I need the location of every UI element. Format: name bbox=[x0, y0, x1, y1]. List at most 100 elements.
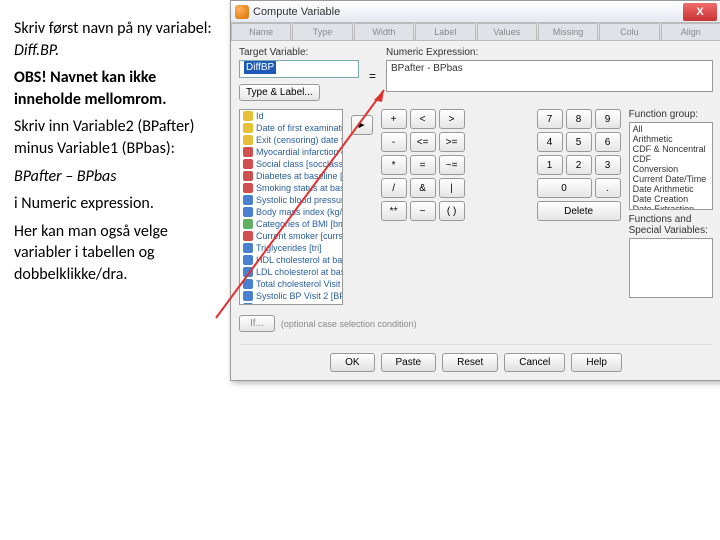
functions-label: Functions and Special Variables: bbox=[629, 214, 713, 236]
bg-tab: Colu bbox=[599, 23, 659, 40]
variable-label: Categories of BMI [bmicat] bbox=[256, 219, 343, 229]
variable-type-icon bbox=[243, 219, 253, 229]
variable-label: Date of first examination... bbox=[256, 123, 343, 133]
variable-label: Triglycerides [tri] bbox=[256, 243, 322, 253]
key-pow[interactable]: ** bbox=[381, 201, 407, 221]
reset-button[interactable]: Reset bbox=[442, 353, 498, 372]
close-button[interactable]: X bbox=[683, 3, 717, 21]
key-plus[interactable]: + bbox=[381, 109, 407, 129]
key-minus[interactable]: - bbox=[381, 132, 407, 152]
variable-label: Social class [socclass] bbox=[256, 159, 343, 169]
cancel-button[interactable]: Cancel bbox=[504, 353, 565, 372]
variable-list-item[interactable]: DiffBP bbox=[240, 302, 342, 305]
variable-list-item[interactable]: Exit (censoring) date for ... bbox=[240, 134, 342, 146]
variable-list-item[interactable]: LDL cholesterol at baseli... bbox=[240, 266, 342, 278]
key-and[interactable]: & bbox=[410, 178, 436, 198]
key-lt[interactable]: < bbox=[410, 109, 436, 129]
variable-label: Diabetes at baseline [dia... bbox=[256, 171, 343, 181]
if-button[interactable]: If... bbox=[239, 315, 275, 332]
key-div[interactable]: / bbox=[381, 178, 407, 198]
bg-tab: Missing bbox=[538, 23, 598, 40]
key-le[interactable]: <= bbox=[410, 132, 436, 152]
function-group-item[interactable]: Date Arithmetic bbox=[631, 184, 711, 194]
function-group-item[interactable]: All bbox=[631, 124, 711, 134]
key-5[interactable]: 5 bbox=[566, 132, 592, 152]
variable-list-item[interactable]: Id bbox=[240, 110, 342, 122]
variable-label: Smoking status at baseli... bbox=[256, 183, 343, 193]
variable-label: Exit (censoring) date for ... bbox=[256, 135, 343, 145]
variable-type-icon bbox=[243, 147, 253, 157]
variable-label: Systolic blood pressure a... bbox=[256, 195, 343, 205]
variable-type-icon bbox=[243, 135, 253, 145]
if-condition-text: (optional case selection condition) bbox=[281, 319, 417, 329]
target-variable-input[interactable]: DiffBP bbox=[239, 60, 359, 78]
type-label-button[interactable]: Type & Label... bbox=[239, 84, 320, 101]
function-group-item[interactable]: CDF & Noncentral CDF bbox=[631, 144, 711, 164]
functions-list[interactable] bbox=[629, 238, 713, 298]
key-7[interactable]: 7 bbox=[537, 109, 563, 129]
variable-list-item[interactable]: Current smoker [currsmok] bbox=[240, 230, 342, 242]
function-group-item[interactable]: Date Extraction bbox=[631, 204, 711, 210]
key-paren[interactable]: ( ) bbox=[439, 201, 465, 221]
variable-list-item[interactable]: Body mass index (kg/m2)... bbox=[240, 206, 342, 218]
key-neq[interactable]: ~= bbox=[439, 155, 465, 175]
instruction-text: Skriv først navn på ny variabel: Diff.BP… bbox=[14, 18, 224, 292]
variable-type-icon bbox=[243, 111, 253, 121]
key-gt[interactable]: > bbox=[439, 109, 465, 129]
variable-type-icon bbox=[243, 255, 253, 265]
dialog-title: Compute Variable bbox=[253, 6, 340, 18]
key-ge[interactable]: >= bbox=[439, 132, 465, 152]
function-group-list[interactable]: AllArithmeticCDF & Noncentral CDFConvers… bbox=[629, 122, 713, 210]
key-dot[interactable]: . bbox=[595, 178, 621, 198]
variable-list-item[interactable]: Myocardial infarction or d... bbox=[240, 146, 342, 158]
key-0[interactable]: 0 bbox=[537, 178, 592, 198]
variable-list-item[interactable]: Systolic BP Visit 2 [BPafter] bbox=[240, 290, 342, 302]
variable-list-item[interactable]: Triglycerides [tri] bbox=[240, 242, 342, 254]
help-button[interactable]: Help bbox=[571, 353, 622, 372]
variable-list-item[interactable]: Social class [socclass] bbox=[240, 158, 342, 170]
function-group-item[interactable]: Arithmetic bbox=[631, 134, 711, 144]
variable-list-item[interactable]: Systolic blood pressure a... bbox=[240, 194, 342, 206]
variable-label: HDL cholesterol at baseli... bbox=[256, 255, 343, 265]
variable-type-icon bbox=[243, 207, 253, 217]
bg-tab: Name bbox=[231, 23, 291, 40]
transfer-to-expression-button[interactable]: ► bbox=[351, 115, 373, 135]
variable-label: Body mass index (kg/m2)... bbox=[256, 207, 343, 217]
numeric-expression-input[interactable]: BPafter - BPbas bbox=[386, 60, 713, 92]
variable-list[interactable]: IdDate of first examination... Exit (cens… bbox=[239, 109, 343, 305]
variable-list-item[interactable]: Diabetes at baseline [dia... bbox=[240, 170, 342, 182]
variable-label: Myocardial infarction or d... bbox=[256, 147, 343, 157]
variable-label: Total cholesterol Visit 2 [t... bbox=[256, 279, 343, 289]
bg-tab: Type bbox=[292, 23, 352, 40]
function-group-label: Function group: bbox=[629, 109, 713, 120]
keypad: + < > 7 8 9 - <= >= 4 5 6 * bbox=[381, 109, 621, 221]
variable-list-item[interactable]: Categories of BMI [bmicat] bbox=[240, 218, 342, 230]
key-delete[interactable]: Delete bbox=[537, 201, 621, 221]
key-4[interactable]: 4 bbox=[537, 132, 563, 152]
key-3[interactable]: 3 bbox=[595, 155, 621, 175]
ok-button[interactable]: OK bbox=[330, 353, 374, 372]
numeric-expression-label: Numeric Expression: bbox=[386, 47, 713, 58]
key-6[interactable]: 6 bbox=[595, 132, 621, 152]
function-group-item[interactable]: Date Creation bbox=[631, 194, 711, 204]
key-eq[interactable]: = bbox=[410, 155, 436, 175]
variable-type-icon bbox=[243, 123, 253, 133]
variable-list-item[interactable]: Smoking status at baseli... bbox=[240, 182, 342, 194]
key-2[interactable]: 2 bbox=[566, 155, 592, 175]
key-or[interactable]: | bbox=[439, 178, 465, 198]
paste-button[interactable]: Paste bbox=[381, 353, 437, 372]
function-group-item[interactable]: Current Date/Time bbox=[631, 174, 711, 184]
variable-type-icon bbox=[243, 291, 253, 301]
variable-label: Current smoker [currsmok] bbox=[256, 231, 343, 241]
function-group-item[interactable]: Conversion bbox=[631, 164, 711, 174]
bg-tab: Label bbox=[415, 23, 475, 40]
key-9[interactable]: 9 bbox=[595, 109, 621, 129]
key-1[interactable]: 1 bbox=[537, 155, 563, 175]
key-mult[interactable]: * bbox=[381, 155, 407, 175]
variable-label: Systolic BP Visit 2 [BPafter] bbox=[256, 291, 343, 301]
variable-list-item[interactable]: Date of first examination... bbox=[240, 122, 342, 134]
key-not[interactable]: ~ bbox=[410, 201, 436, 221]
variable-list-item[interactable]: Total cholesterol Visit 2 [t... bbox=[240, 278, 342, 290]
key-8[interactable]: 8 bbox=[566, 109, 592, 129]
variable-list-item[interactable]: HDL cholesterol at baseli... bbox=[240, 254, 342, 266]
